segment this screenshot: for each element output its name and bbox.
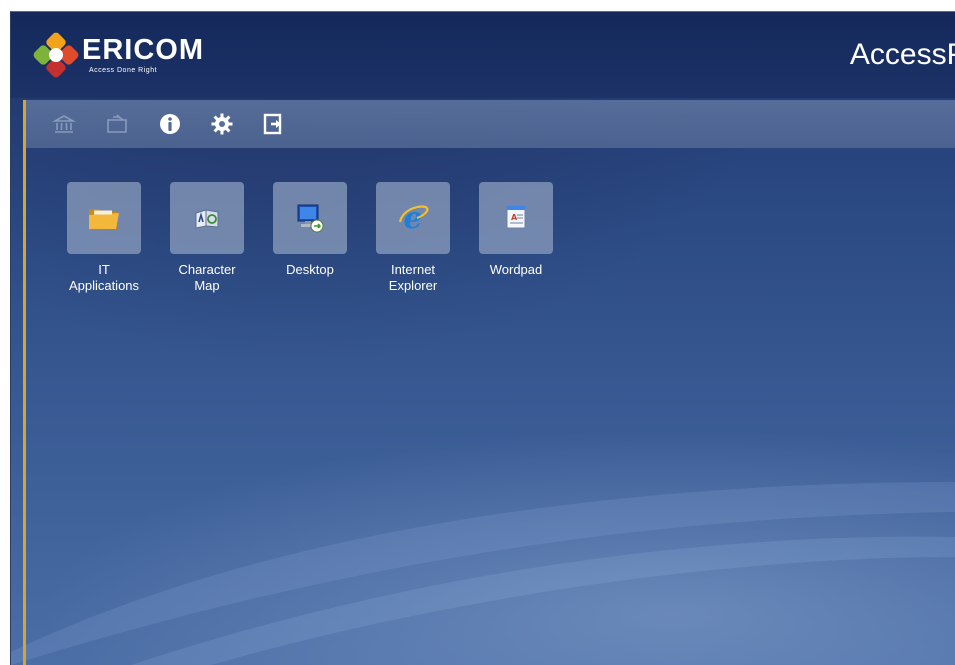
app-label: Character Map: [162, 262, 252, 294]
app-tile[interactable]: [67, 182, 141, 254]
app-tile[interactable]: e: [376, 182, 450, 254]
character-map-icon: [195, 209, 219, 229]
toolbar: [26, 100, 955, 148]
app-label-line: Desktop: [286, 262, 334, 277]
app-character-map[interactable]: Character Map: [162, 182, 252, 294]
app-tile[interactable]: [273, 182, 347, 254]
app-label-line: Applications: [68, 278, 140, 293]
folder-up-button[interactable]: [105, 112, 129, 136]
app-label-line: Explorer: [388, 278, 438, 293]
app-internet-explorer[interactable]: e Internet Explorer: [368, 182, 458, 294]
app-label-line: Wordpad: [489, 262, 543, 277]
app-tile[interactable]: A: [479, 182, 553, 254]
app-label-line: Character: [178, 262, 236, 277]
ericom-logo-mark-icon: [33, 32, 79, 78]
wordpad-icon: A: [506, 205, 526, 229]
accesspad-window: ERICOM Access Done Right AccessPad: [10, 11, 955, 665]
app-title: AccessPad: [849, 38, 955, 71]
app-label: IT Applications: [59, 262, 149, 294]
internet-explorer-icon: e: [398, 201, 429, 236]
app-label-line: Map: [194, 278, 220, 293]
logout-button[interactable]: [262, 112, 286, 136]
gear-icon: [211, 113, 233, 135]
info-icon: [160, 114, 180, 134]
app-desktop[interactable]: Desktop: [265, 182, 355, 278]
settings-button[interactable]: [210, 112, 234, 136]
app-label: Desktop: [265, 262, 355, 278]
app-tile[interactable]: [170, 182, 244, 254]
app-label: Wordpad: [471, 262, 561, 278]
header-bar: ERICOM Access Done Right AccessPad: [11, 12, 955, 98]
home-button[interactable]: [52, 112, 76, 136]
app-wordpad[interactable]: A Wordpad: [471, 182, 561, 278]
logout-icon: [263, 113, 282, 135]
app-it-applications[interactable]: IT Applications: [59, 182, 149, 294]
folder-up-icon: [107, 114, 127, 133]
svg-text:A: A: [511, 213, 518, 222]
app-label-line: IT: [98, 262, 110, 277]
app-label-line: Internet: [390, 262, 436, 277]
remote-desktop-icon: [297, 204, 324, 233]
bank-icon: [52, 115, 76, 133]
info-button[interactable]: [158, 112, 182, 136]
brand-name: ERICOM: [82, 34, 204, 66]
ericom-logo: ERICOM Access Done Right: [29, 28, 203, 82]
brand-tagline: Access Done Right: [89, 67, 158, 74]
accent-bar: [23, 100, 26, 665]
app-label: Internet Explorer: [368, 262, 458, 294]
folder-icon: [89, 209, 119, 229]
